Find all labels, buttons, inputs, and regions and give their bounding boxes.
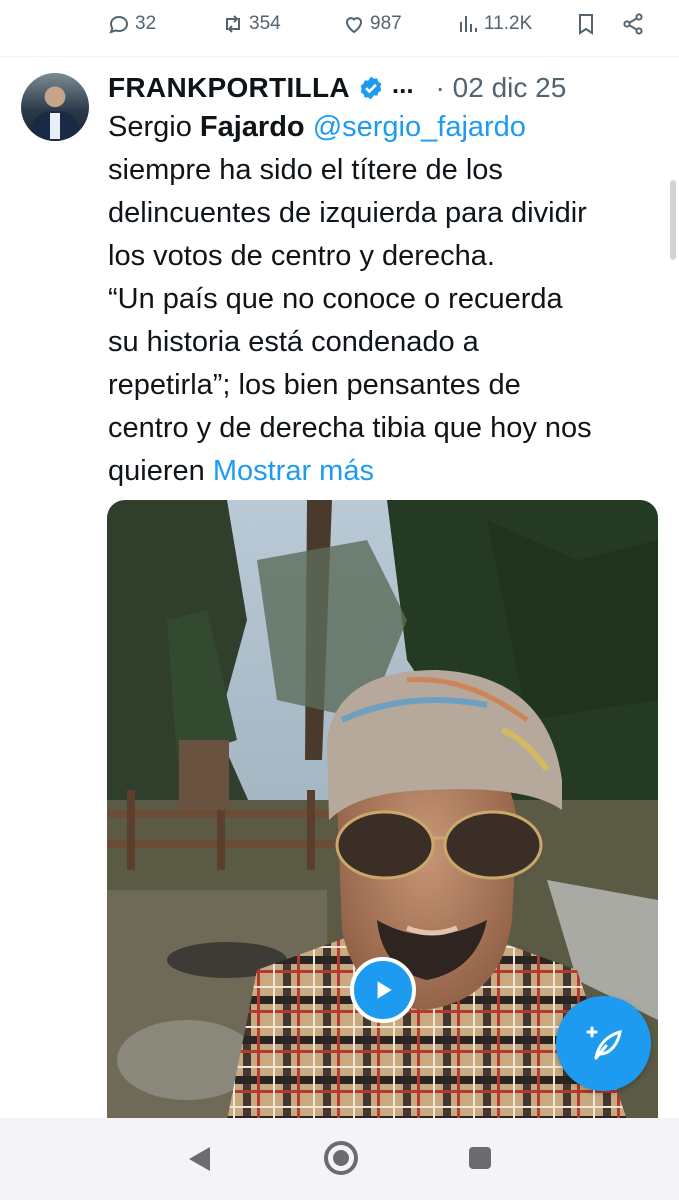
tweet-action-bar: 32 354 987 11.2K: [0, 0, 679, 55]
text-line: quieren: [108, 455, 213, 487]
avatar[interactable]: [21, 73, 89, 141]
like-button[interactable]: 987: [342, 12, 402, 36]
text-line: centro y de derecha tibia que hoy nos: [108, 412, 592, 444]
text-line: delincuentes de izquierda para dividir: [108, 197, 587, 229]
reply-button[interactable]: 32: [107, 12, 156, 36]
mention-name-first: Sergio: [108, 111, 200, 143]
text-line: “Un país que no conoce o recuerda: [108, 283, 563, 315]
compose-button[interactable]: [556, 996, 651, 1091]
avatar-shirt: [50, 113, 60, 139]
tweet-date: · 02 dic 25: [435, 72, 567, 103]
repost-button[interactable]: 354: [221, 12, 281, 36]
text-line: siempre ha sido el títere de los: [108, 154, 503, 186]
share-icon: [623, 13, 643, 35]
scrollbar[interactable]: [670, 180, 676, 260]
reply-icon: [109, 15, 129, 34]
tweet-header: FRANKPORTILLA ... · 02 dic 25: [108, 68, 566, 108]
bookmark-button[interactable]: [574, 12, 598, 36]
like-count: 987: [370, 13, 402, 34]
like-icon: [345, 17, 363, 34]
verified-icon: [360, 76, 382, 100]
views-count: 11.2K: [484, 13, 533, 34]
more-ellipsis[interactable]: ...: [392, 69, 414, 100]
show-more-link[interactable]: Mostrar más: [213, 455, 374, 487]
mention-handle[interactable]: @sergio_fajardo: [313, 111, 526, 143]
views-button[interactable]: 11.2K: [456, 12, 532, 36]
repost-icon: [226, 15, 240, 33]
nav-recents-icon[interactable]: [467, 1145, 493, 1171]
compose-icon: [586, 1026, 622, 1059]
text-line: su historia está condenado a: [108, 326, 479, 358]
text-line: los votos de centro y derecha.: [108, 240, 495, 272]
author-name[interactable]: FRANKPORTILLA: [108, 72, 350, 104]
tweet-text: Sergio Fajardo @sergio_fajardo siempre h…: [108, 106, 668, 493]
mention-name-bold: Fajardo: [199, 111, 305, 143]
divider: [0, 56, 679, 57]
nav-back-icon[interactable]: [186, 1145, 212, 1173]
nav-home-icon[interactable]: [322, 1139, 360, 1177]
text-line: repetirla”; los bien pensantes de: [108, 369, 521, 401]
share-button[interactable]: [621, 12, 645, 36]
play-button[interactable]: [350, 957, 416, 1023]
reply-count: 32: [135, 13, 157, 34]
bookmark-icon: [579, 14, 593, 35]
repost-count: 354: [249, 13, 281, 34]
views-icon: [460, 16, 477, 32]
play-icon: [377, 981, 392, 999]
